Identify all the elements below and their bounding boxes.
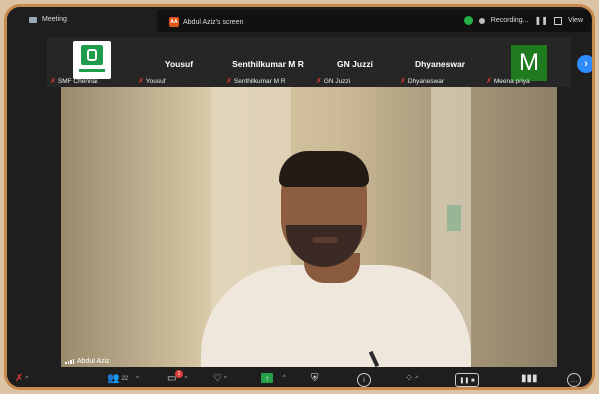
muted-mic-icon: ✗: [226, 78, 232, 85]
participant-tile-smf-chennai[interactable]: ✗ SMF Chennai: [47, 37, 135, 87]
participant-display-name: Dhyaneswar: [414, 59, 466, 69]
heart-icon: ♡: [213, 373, 222, 384]
participant-avatar: M: [511, 45, 547, 81]
polls-button[interactable]: ▮▮▮: [521, 373, 538, 384]
participant-tile-meena-priya[interactable]: M ✗ Meena priya: [483, 37, 571, 87]
participant-label: ✗ Senthilkumar M R: [226, 78, 286, 85]
meeting-toolbar: ✗ ^ 👥 22 ^ ▭ 1 ^ ♡ ^ ↑ ^ ⛨ i ⁘ ^ ❚❚ ■ ▮▮…: [7, 369, 592, 387]
smf-logo: [73, 41, 111, 79]
participant-label: ✗ Yousuf: [138, 78, 166, 85]
share-chevron-icon[interactable]: ^: [283, 375, 286, 381]
participant-label: ✗ Dhyaneswar: [400, 78, 444, 85]
participant-name: Yousuf: [145, 78, 166, 85]
participant-display-name: Yousuf: [164, 59, 194, 69]
participant-name: Meena priya: [493, 78, 530, 85]
app-title-label: Meeting: [42, 16, 67, 23]
muted-mic-icon: ✗: [50, 78, 56, 85]
muted-mic-icon: ✗: [400, 78, 406, 85]
participants-count: 22: [121, 375, 129, 382]
meeting-info-button[interactable]: i: [357, 373, 371, 387]
share-screen-icon: ↑: [261, 373, 273, 383]
speaker-label: Abdul Aziz: [65, 358, 110, 365]
participants-button[interactable]: 👥 22 ^: [107, 373, 139, 384]
more-button[interactable]: …: [567, 373, 581, 387]
next-page-arrow-icon[interactable]: ›: [577, 55, 592, 73]
bar-chart-icon: ▮▮▮: [521, 373, 538, 384]
share-screen-button[interactable]: ↑ ^: [261, 373, 286, 383]
speaker-mouth: [312, 237, 338, 243]
participant-tile-dhyaneswar[interactable]: Dhyaneswar ✗ Dhyaneswar: [397, 37, 483, 87]
share-owner: AA Abdul Aziz's screen: [169, 17, 243, 27]
participants-icon: 👥: [107, 373, 120, 384]
pause-stop-recording-icon: ❚❚ ■: [455, 373, 479, 387]
participant-label: ✗ GN Juzzi: [316, 78, 350, 85]
share-controls: Recording... ❚❚ View: [463, 16, 583, 25]
meeting-icon: [29, 16, 37, 23]
signal-strength-icon: [65, 359, 74, 364]
muted-mic-icon: ✗: [138, 78, 144, 85]
shield-icon: ⛨: [311, 373, 319, 384]
participant-display-name: Senthilkumar M R: [232, 59, 304, 69]
participant-name: SMF Chennai: [57, 78, 98, 85]
apps-button[interactable]: ⁘ ^: [405, 373, 418, 384]
recording-label: Recording...: [490, 17, 529, 24]
muted-mic-icon: ✗: [486, 78, 492, 85]
speaker-figure: [186, 151, 486, 367]
more-dots-icon: …: [567, 373, 581, 387]
participant-label: ✗ Meena priya: [486, 78, 530, 85]
participant-tile-senthilkumar[interactable]: Senthilkumar M R ✗ Senthilkumar M R: [223, 37, 313, 87]
participant-tile-gn-juzzi[interactable]: GN Juzzi ✗ GN Juzzi: [313, 37, 397, 87]
participant-name: Senthilkumar M R: [233, 78, 286, 85]
chat-badge: 1: [175, 370, 183, 378]
logo-caption-bar: [79, 69, 105, 72]
speaker-name: Abdul Aziz: [77, 358, 110, 365]
apps-chevron-icon[interactable]: ^: [415, 376, 418, 382]
active-speaker-video: Abdul Aziz: [61, 87, 557, 367]
muted-mic-icon: ✗: [316, 78, 322, 85]
security-shield-icon[interactable]: [463, 16, 473, 25]
participant-label: ✗ SMF Chennai: [50, 78, 98, 85]
host-tools-button[interactable]: ⛨: [311, 373, 319, 384]
stop-recording-icon[interactable]: [553, 16, 562, 25]
participant-strip: ✗ SMF Chennai Yousuf ✗ Yousuf Senthilkum…: [47, 37, 571, 87]
view-button[interactable]: View: [568, 17, 583, 24]
apps-icon: ⁘: [405, 373, 414, 384]
chat-icon: ▭ 1: [167, 370, 183, 384]
audio-options-chevron-icon[interactable]: ^: [25, 376, 28, 382]
participants-chevron-icon[interactable]: ^: [136, 376, 139, 382]
share-owner-avatar: AA: [169, 17, 179, 27]
pause-recording-icon[interactable]: ❚❚: [535, 16, 548, 25]
reactions-button[interactable]: ♡ ^: [213, 373, 227, 384]
recording-icon: [478, 17, 485, 24]
screen-share-bar[interactable]: AA Abdul Aziz's screen Recording... ❚❚ V…: [157, 10, 591, 32]
meeting-window: Meeting AA Abdul Aziz's screen Recording…: [4, 4, 595, 390]
speaker-hair: [279, 151, 369, 187]
reactions-chevron-icon[interactable]: ^: [224, 376, 227, 382]
info-icon: i: [357, 373, 371, 387]
chat-chevron-icon[interactable]: ^: [184, 376, 187, 382]
mic-muted-icon: ✗: [15, 373, 24, 384]
participant-display-name: GN Juzzi: [337, 59, 373, 69]
recording-controls-button[interactable]: ❚❚ ■: [455, 373, 479, 387]
chat-button[interactable]: ▭ 1 ^: [167, 370, 187, 384]
participant-name: Dhyaneswar: [407, 78, 445, 85]
share-owner-label: Abdul Aziz's screen: [183, 18, 244, 26]
top-bar: Meeting AA Abdul Aziz's screen Recording…: [7, 7, 592, 33]
participant-name: GN Juzzi: [323, 78, 351, 85]
app-title: Meeting: [29, 16, 67, 23]
mute-audio-button[interactable]: ✗ ^: [15, 373, 28, 384]
participant-tile-yousuf[interactable]: Yousuf ✗ Yousuf: [135, 37, 223, 87]
hospital-logo-icon: [81, 45, 103, 65]
